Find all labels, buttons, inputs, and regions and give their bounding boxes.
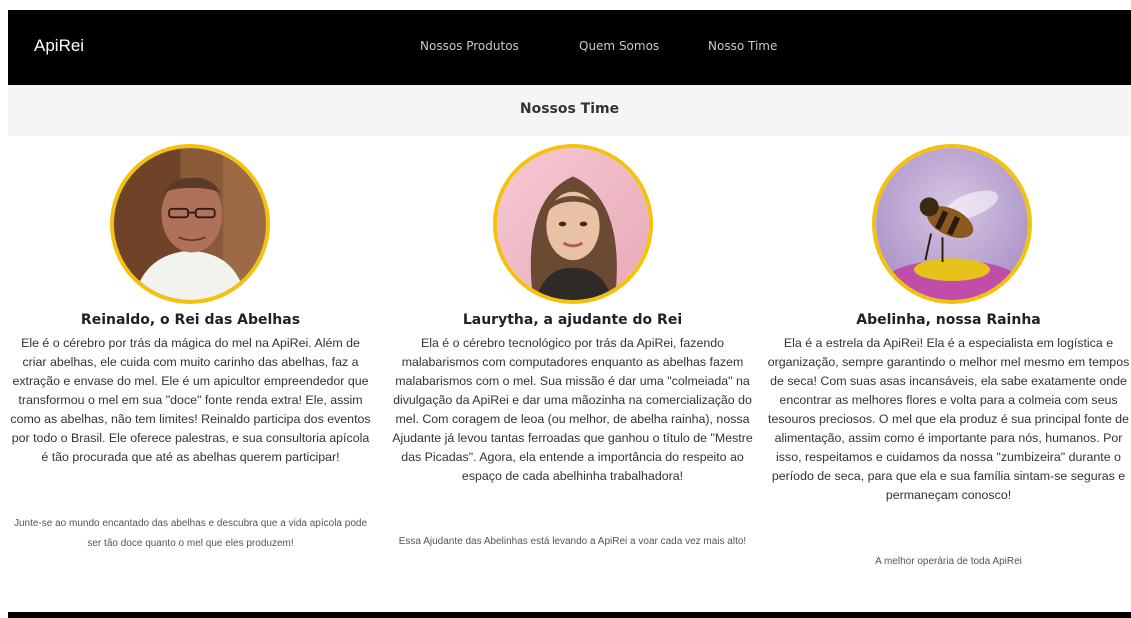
member-description: Ela é o cérebro tecnológico por trás da … (392, 336, 753, 483)
avatar-photo (493, 144, 653, 304)
member-description: Ele é o cérebro por trás da mágica do me… (10, 336, 371, 464)
team-member-card: Abelinha, nossa Rainha Ela é a estrela d… (766, 136, 1131, 596)
avatar-photo (110, 144, 270, 304)
member-name: Reinaldo, o Rei das Abelhas (80, 312, 301, 328)
woman-portrait-icon (497, 148, 649, 300)
member-name: Laurytha, a ajudante do Rei (462, 312, 683, 328)
man-portrait-icon (114, 148, 266, 300)
member-note: Junte-se ao mundo encantado das abelhas … (13, 518, 368, 549)
avatar-photo (872, 144, 1032, 304)
nav-link-quem-somos[interactable]: Quem Somos (579, 39, 659, 53)
member-note: A melhor operária de toda ApiRei (875, 556, 1022, 567)
section-title: Nossos Time (519, 101, 620, 117)
nav-link-nosso-time[interactable]: Nosso Time (708, 39, 777, 53)
section-header: Nossos Time (8, 85, 1131, 136)
member-name: Abelinha, nossa Rainha (856, 312, 1041, 328)
team-member-card: Reinaldo, o Rei das Abelhas Ele é o cére… (8, 136, 373, 596)
footer-bar (8, 612, 1131, 618)
page: ApiRei Nossos Produtos Quem Somos Nosso … (0, 0, 1131, 618)
navbar: ApiRei Nossos Produtos Quem Somos Nosso … (8, 10, 1131, 85)
member-description: Ela é a estrela da ApiRei! Ela é a espec… (767, 336, 1130, 502)
brand-link[interactable]: ApiRei (34, 36, 84, 56)
bee-on-flower-icon (876, 148, 1028, 300)
team-member-card: Laurytha, a ajudante do Rei Ela é o cére… (390, 136, 755, 596)
member-note: Essa Ajudante das Abelinhas está levando… (398, 536, 747, 547)
nav-link-nossos-produtos[interactable]: Nossos Produtos (420, 39, 519, 53)
